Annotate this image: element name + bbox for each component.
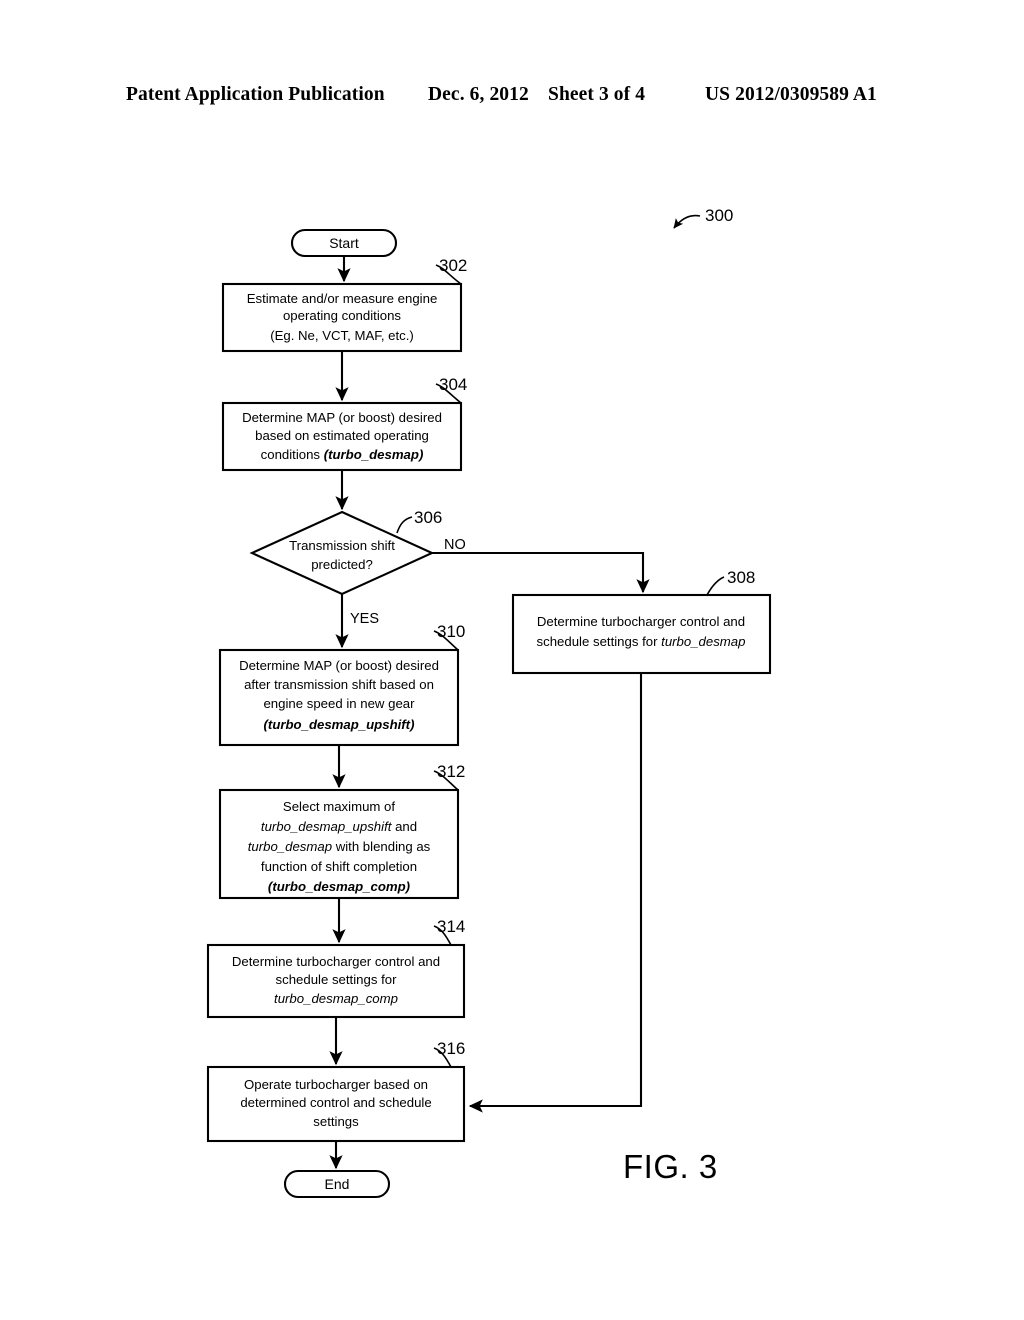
node-312-line-1: Select maximum of [283,799,395,814]
node-304-line-2: based on estimated operating [255,428,429,443]
node-302-line-1: Estimate and/or measure engine [247,291,438,306]
node-310-line-4: (turbo_desmap_upshift) [264,717,415,732]
node-308-line-1: Determine turbocharger control and [537,614,745,629]
diagram-reference-300: 300 [673,206,733,229]
node-304-line-1: Determine MAP (or boost) desired [242,410,442,425]
node-312-line-4: function of shift completion [261,859,417,874]
branch-yes-label: YES [350,611,379,627]
ref-label-302: 302 [439,256,467,275]
ref-label-306: 306 [414,508,442,527]
node-312: Select maximum of turbo_desmap_upshift a… [218,762,465,900]
node-310-line-3: engine speed in new gear [263,696,415,711]
node-308: Determine turbocharger control and sched… [511,568,772,675]
node-312-line-2-variable: turbo_desmap_upshift [261,819,393,834]
node-302-line-3: (Eg. Ne, VCT, MAF, etc.) [270,328,414,343]
node-308-line-2-variable: turbo_desmap [661,634,745,649]
branch-no: NO [432,537,650,594]
end-terminator: End [283,1169,391,1199]
node-312-line-2: turbo_desmap_upshift and [261,819,417,834]
ref-label-310: 310 [437,622,465,641]
node-316-line-2: determined control and schedule [240,1095,431,1110]
node-314-line-1: Determine turbocharger control and [232,954,440,969]
ref-label-304: 304 [439,375,467,394]
node-304: Determine MAP (or boost) desired based o… [221,375,467,472]
node-312-line-2-plain: and [391,819,417,834]
ref-label-316: 316 [437,1039,465,1058]
ref-label-312: 312 [437,762,465,781]
node-308-line-2: schedule settings for turbo_desmap [537,634,746,649]
branch-no-label: NO [444,537,466,553]
node-312-line-3-plain: with blending as [332,839,431,854]
node-316-line-1: Operate turbocharger based on [244,1077,428,1092]
end-label: End [325,1176,350,1192]
node-310-line-2: after transmission shift based on [244,677,434,692]
node-310-line-1: Determine MAP (or boost) desired [239,658,439,673]
node-308-line-2-plain: schedule settings for [537,634,662,649]
node-312-line-3-variable: turbo_desmap [248,839,332,854]
node-314-line-3: turbo_desmap_comp [274,991,398,1006]
start-label: Start [329,235,359,251]
node-314: Determine turbocharger control and sched… [206,917,465,1019]
node-314-line-2: schedule settings for [276,972,398,987]
node-306-line-2: predicted? [311,557,373,572]
ref-label-308: 308 [727,568,755,587]
node-302: Estimate and/or measure engine operating… [221,256,467,353]
node-304-line-3: conditions (turbo_desmap) [261,447,424,462]
flowchart-figure: 300 Start Estimate and/or measure engine… [0,0,1024,1320]
connector-308-to-316 [468,673,643,1113]
node-304-line-3-variable: (turbo_desmap) [324,447,424,462]
ref-label-314: 314 [437,917,465,936]
figure-label: FIG. 3 [623,1148,718,1185]
branch-yes: YES [335,594,379,649]
ref-label-300: 300 [705,206,733,225]
node-304-line-3-plain: conditions [261,447,324,462]
node-316-line-3: settings [313,1114,359,1129]
start-terminator: Start [290,228,398,258]
node-312-line-5: (turbo_desmap_comp) [268,879,410,894]
node-306-line-1: Transmission shift [289,538,395,553]
node-306-decision: Transmission shift predicted? 306 [249,508,442,596]
connector-306-to-308 [432,551,650,594]
node-312-line-3: turbo_desmap with blending as [248,839,431,854]
node-302-line-2: operating conditions [283,308,401,323]
